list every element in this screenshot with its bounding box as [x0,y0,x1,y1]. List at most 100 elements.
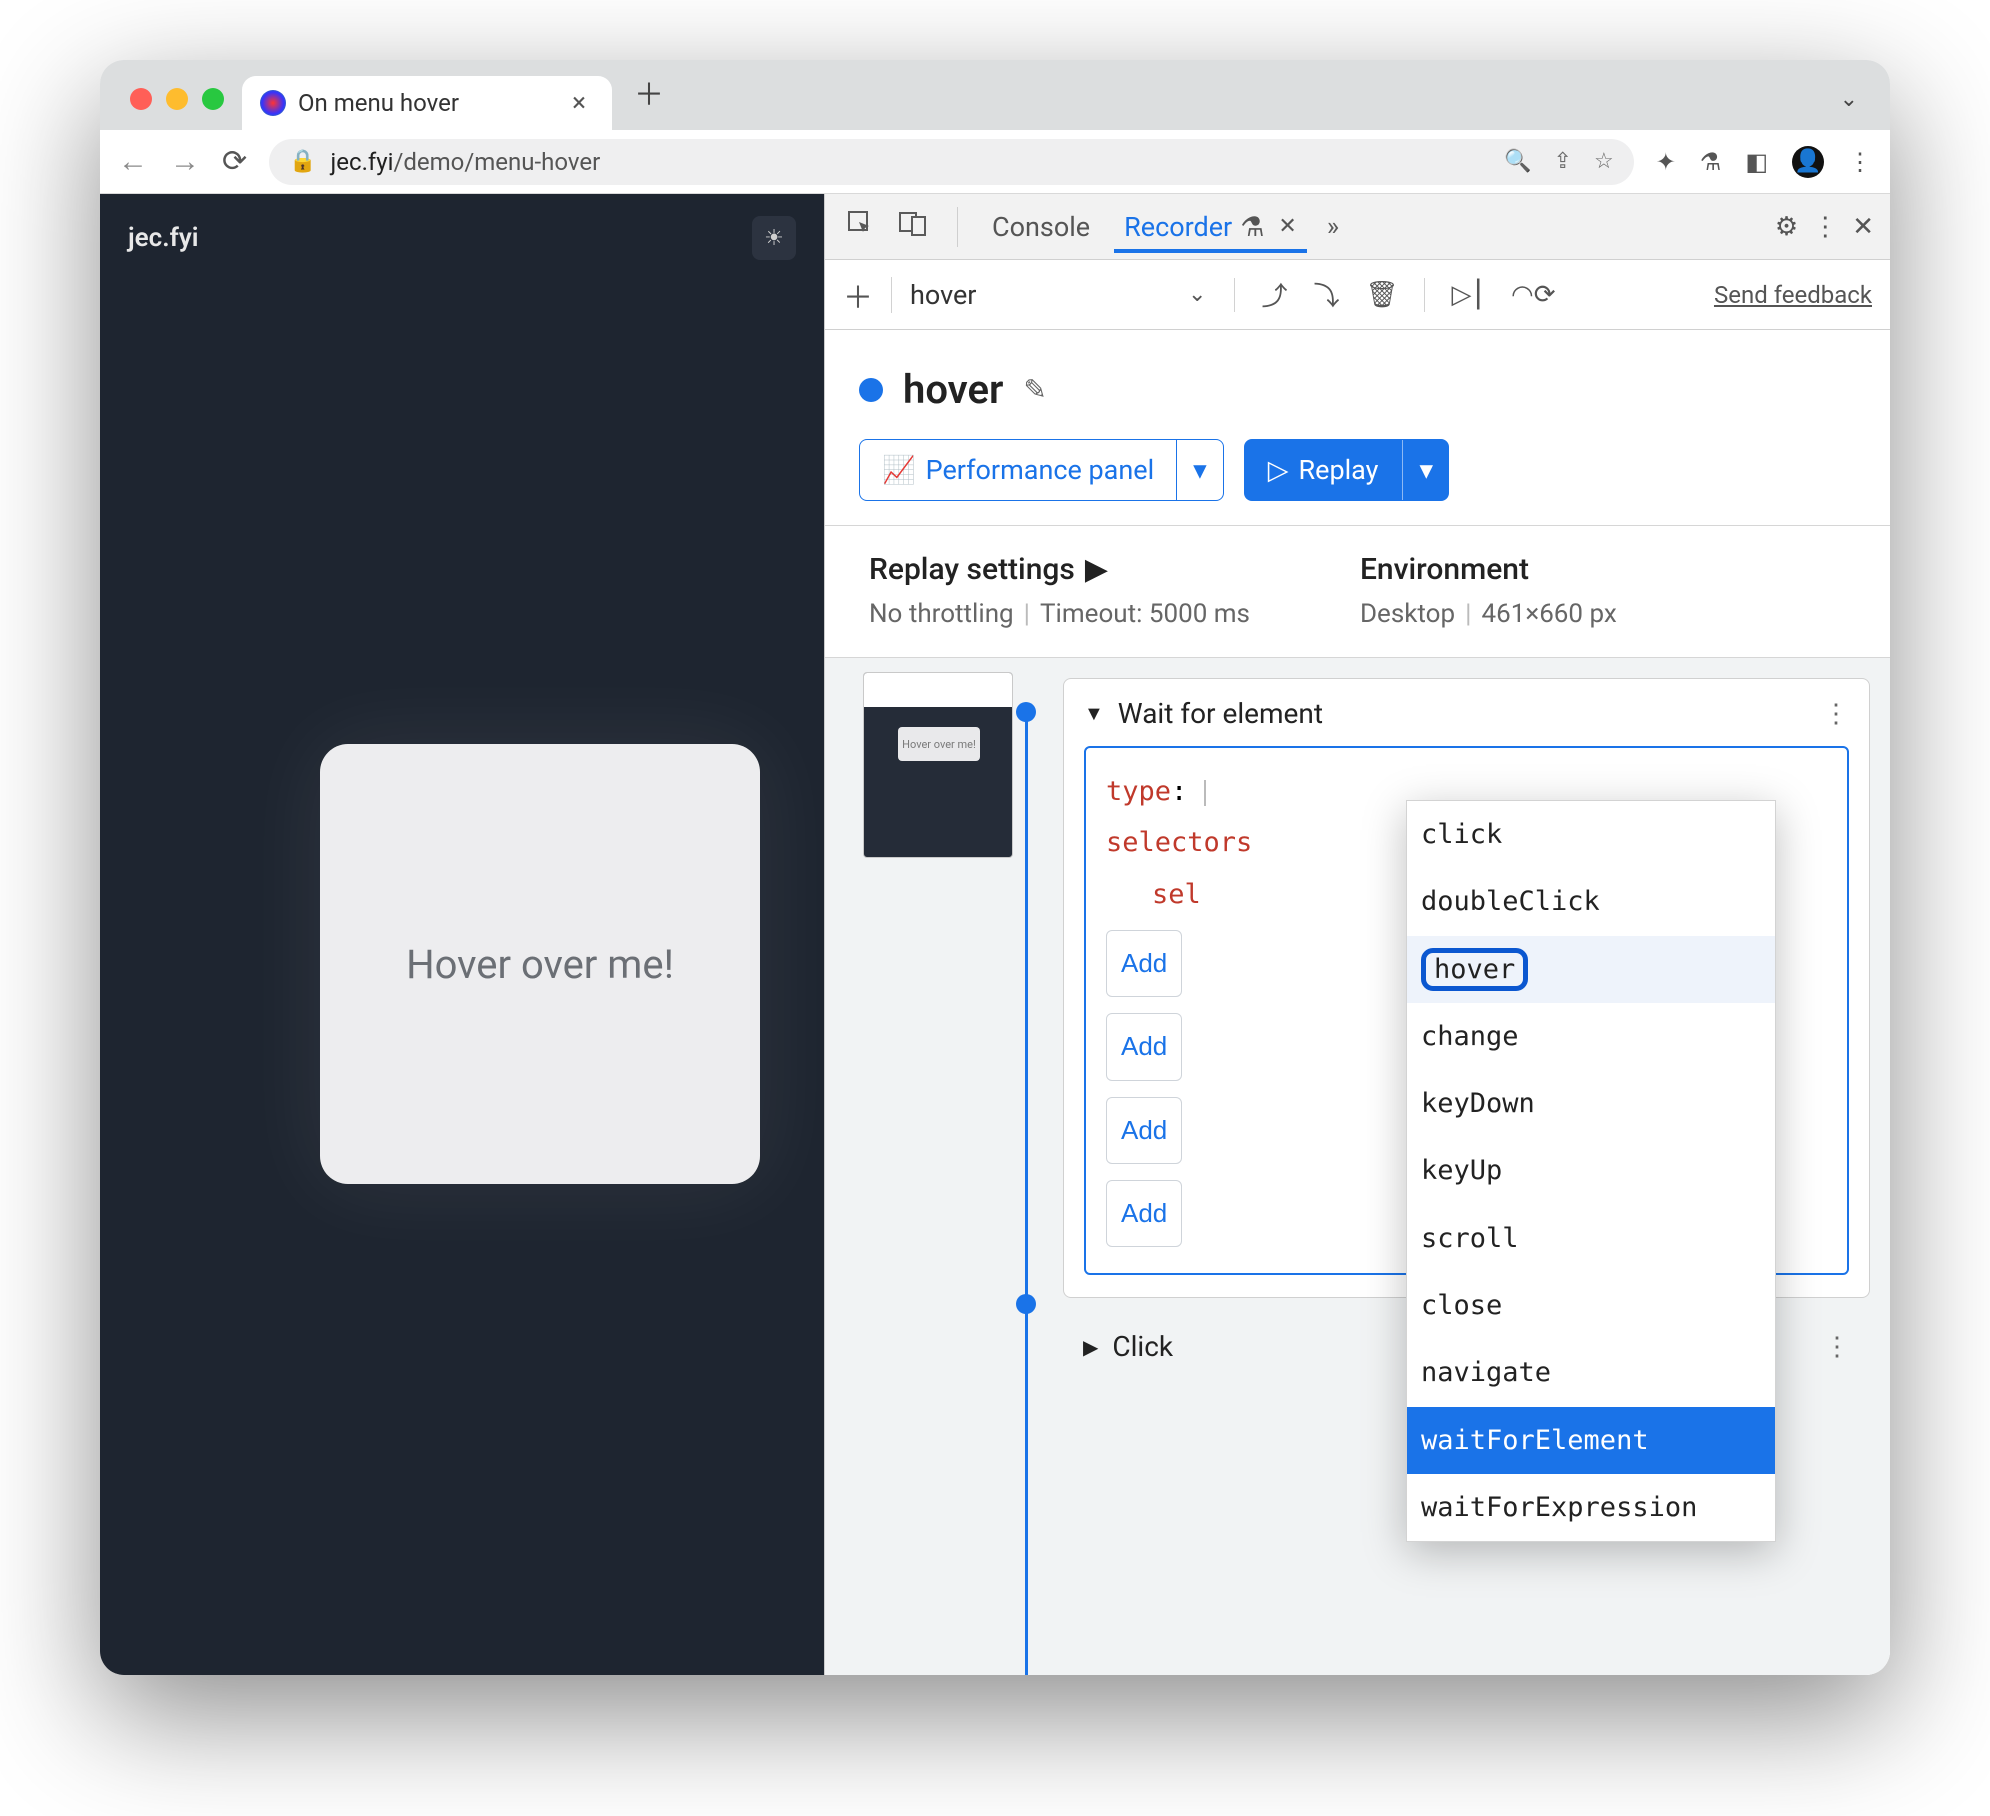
bookmark-icon[interactable]: ☆ [1594,149,1614,174]
step-title: Click [1112,1330,1173,1363]
timeline-dot [1016,702,1036,722]
add-button[interactable]: Add [1106,1180,1182,1247]
tab-console[interactable]: Console [982,201,1100,253]
slow-replay-icon[interactable]: ◠⟳ [1511,280,1555,310]
reload-button[interactable]: ⟳ [222,144,247,179]
dropdown-option-keydown[interactable]: keyDown [1407,1070,1775,1137]
delete-icon[interactable]: 🗑 [1365,280,1398,310]
type-autocomplete-dropdown[interactable]: click doubleClick hover change keyDown k… [1406,800,1776,1542]
tab-recorder[interactable]: Recorder ⚗ ✕ [1114,201,1307,253]
export-icon[interactable]: ⤴ [1261,276,1287,313]
devtools-menu-icon[interactable]: ⋮ [1812,212,1838,242]
flask-icon: ⚗ [1240,211,1264,243]
dropdown-option-waitforexpression[interactable]: waitForExpression [1407,1474,1775,1541]
step-thumbnail: Hover over me! [863,672,1013,858]
throttling-value: No throttling [869,599,1014,629]
browser-tab[interactable]: On menu hover × [242,76,612,130]
steps-area: Hover over me! ▼ Wait for element ⋮ type… [825,658,1890,1675]
chrome-menu-icon[interactable]: ⋮ [1848,148,1872,176]
recorder-toolbar: ＋ hover ⌄ ⤴ ⤵ 🗑 ▷⎮ ◠⟳ Send feedback [825,260,1890,330]
play-icon: ▷ [1268,454,1289,486]
performance-dropdown-icon[interactable]: ▾ [1176,440,1223,500]
step-menu-icon[interactable]: ⋮ [1823,699,1849,729]
maximize-window-icon[interactable] [202,88,224,110]
tab-title: On menu hover [298,89,459,117]
dropdown-option-keyup[interactable]: keyUp [1407,1137,1775,1204]
lock-icon: 🔒 [289,149,316,174]
step-card: ▼ Wait for element ⋮ type: selectors sel… [1063,678,1870,1298]
chevron-right-icon: ▶ [1085,552,1108,587]
more-tabs-icon[interactable]: » [1321,212,1345,242]
new-recording-button[interactable]: ＋ [843,273,873,317]
browser-window: On menu hover × ＋ ⌄ ← → ⟳ 🔒 jec.fyi/demo… [100,60,1890,1675]
new-tab-button[interactable]: ＋ [612,70,686,130]
tab-strip: On menu hover × ＋ ⌄ [100,60,1890,130]
extensions-icon[interactable]: ✦ [1656,148,1676,176]
site-brand[interactable]: jec.fyi [128,223,198,253]
devtools-tab-row: Console Recorder ⚗ ✕ » ⚙ ⋮ ✕ [825,194,1890,260]
recording-title: hover [903,366,1003,413]
recording-dropdown-icon[interactable]: ⌄ [1188,282,1206,307]
edit-title-icon[interactable]: ✎ [1023,373,1046,406]
settings-icon[interactable]: ⚙ [1775,212,1798,242]
share-icon[interactable]: ⇪ [1554,149,1572,174]
dropdown-option-doubleclick[interactable]: doubleClick [1407,868,1775,935]
device-toggle-icon[interactable] [893,210,933,243]
back-button[interactable]: ← [118,144,148,179]
env-size: 461×660 px [1481,599,1616,629]
hover-target[interactable]: Hover over me! [320,744,760,1184]
timeline-line [1025,706,1028,1675]
page-content: jec.fyi ☀ Hover over me! [100,194,824,1675]
import-icon[interactable]: ⤵ [1313,276,1339,313]
gauge-icon: 📈 [882,454,916,486]
profile-avatar[interactable]: 👤 [1792,146,1824,178]
env-device: Desktop [1360,599,1455,629]
add-button[interactable]: Add [1106,1013,1182,1080]
tab-overflow-icon[interactable]: ⌄ [1828,87,1870,130]
forward-button: → [170,144,200,179]
add-button[interactable]: Add [1106,1097,1182,1164]
replay-settings-heading[interactable]: Replay settings ▶ [869,552,1250,587]
replay-dropdown-icon[interactable]: ▾ [1402,440,1449,500]
expand-icon[interactable]: ▶ [1083,1335,1098,1359]
dropdown-option-change[interactable]: change [1407,1003,1775,1070]
url-bar: ← → ⟳ 🔒 jec.fyi/demo/menu-hover 🔍 ⇪ ☆ ✦ … [100,130,1890,194]
timeline-dot [1016,1294,1036,1314]
devtools-panel: Console Recorder ⚗ ✕ » ⚙ ⋮ ✕ ＋ hover ⌄ [824,194,1890,1675]
minimize-window-icon[interactable] [166,88,188,110]
close-panel-icon[interactable]: ✕ [1278,214,1296,239]
inspect-icon[interactable] [841,210,879,243]
window-controls [120,88,242,130]
collapse-icon[interactable]: ▼ [1084,701,1104,726]
recording-status-dot [859,378,883,402]
recording-header: hover ✎ 📈Performance panel ▾ ▷Replay ▾ [825,330,1890,525]
performance-panel-button[interactable]: 📈Performance panel ▾ [859,439,1224,501]
dropdown-option-close[interactable]: close [1407,1272,1775,1339]
url-text: jec.fyi/demo/menu-hover [331,148,601,176]
recording-name[interactable]: hover [910,279,1170,311]
step-title: Wait for element [1118,697,1323,730]
environment-heading: Environment [1360,552,1617,587]
omnibox[interactable]: 🔒 jec.fyi/demo/menu-hover 🔍 ⇪ ☆ [269,139,1634,185]
labs-icon[interactable]: ⚗ [1700,148,1722,176]
sidepanel-icon[interactable]: ◧ [1745,148,1768,176]
close-tab-icon[interactable]: × [564,88,594,118]
dropdown-option-click[interactable]: click [1407,801,1775,868]
close-devtools-icon[interactable]: ✕ [1852,212,1874,242]
timeout-value: Timeout: 5000 ms [1040,599,1250,629]
favicon-icon [260,90,286,116]
close-window-icon[interactable] [130,88,152,110]
step-over-icon[interactable]: ▷⎮ [1451,280,1485,310]
dropdown-option-scroll[interactable]: scroll [1407,1205,1775,1272]
step-editor[interactable]: type: selectors sel Add Add Add Add clic… [1084,746,1849,1275]
dropdown-option-navigate[interactable]: navigate [1407,1339,1775,1406]
theme-toggle-icon[interactable]: ☀ [752,216,796,260]
dropdown-option-waitforelement[interactable]: waitForElement [1407,1407,1775,1474]
zoom-out-icon[interactable]: 🔍 [1504,149,1531,174]
dropdown-option-hover[interactable]: hover [1407,936,1775,1003]
replay-settings-row: Replay settings ▶ No throttling|Timeout:… [825,525,1890,658]
step-menu-icon[interactable]: ⋮ [1824,1332,1850,1362]
replay-button[interactable]: ▷Replay ▾ [1244,439,1449,501]
add-button[interactable]: Add [1106,930,1182,997]
send-feedback-link[interactable]: Send feedback [1714,281,1872,309]
